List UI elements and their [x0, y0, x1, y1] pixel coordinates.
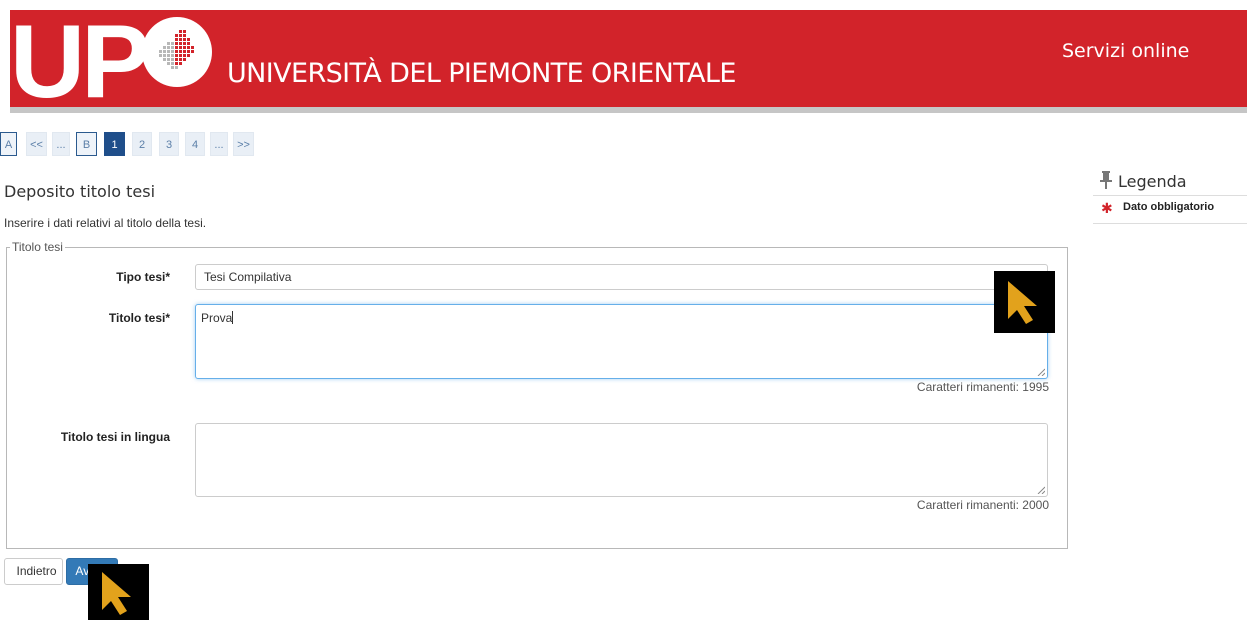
tipo-tesi-field[interactable]: Tesi Compilativa — [195, 264, 1048, 290]
cursor-icon — [1008, 281, 1037, 324]
pager-step-3[interactable]: 3 — [159, 132, 179, 156]
page-title: Deposito titolo tesi — [4, 182, 156, 201]
fieldset-legend: Titolo tesi — [10, 240, 65, 254]
pager-last[interactable]: >> — [233, 132, 254, 156]
page-intro: Inserire i dati relativi al titolo della… — [4, 216, 207, 230]
titolo-tesi-fieldset — [6, 247, 1068, 549]
asterisk-icon: ✱ — [1101, 200, 1113, 216]
pager-first[interactable]: << — [26, 132, 47, 156]
services-online-link[interactable]: Servizi online — [1062, 40, 1189, 62]
pager-step-4[interactable]: 4 — [185, 132, 205, 156]
text-caret — [232, 311, 234, 324]
logo-seal-icon[interactable] — [141, 16, 213, 88]
titolo-tesi-char-count: Caratteri rimanenti: 1995 — [916, 380, 1049, 394]
titolo-tesi-value: Prova — [201, 311, 233, 325]
legend-row-required: ✱ Dato obbligatorio — [1093, 196, 1247, 224]
pager-ellipsis-2[interactable]: ... — [210, 132, 228, 156]
legend-item-label: Dato obbligatorio — [1123, 201, 1215, 213]
back-button[interactable]: Indietro — [4, 558, 63, 585]
resize-grip-icon[interactable] — [1037, 486, 1045, 494]
titolo-tesi-label: Titolo tesi* — [108, 311, 170, 325]
pager-step-2[interactable]: 2 — [132, 132, 152, 156]
resize-grip-icon[interactable] — [1037, 368, 1045, 376]
logo-letters[interactable]: UP — [10, 10, 146, 107]
header-divider — [10, 107, 1247, 113]
pager-ellipsis[interactable]: ... — [52, 132, 70, 156]
titolo-tesi-textarea[interactable]: Prova — [195, 304, 1048, 379]
cursor-overlay — [994, 271, 1055, 333]
tipo-tesi-value: Tesi Compilativa — [204, 270, 292, 284]
titolo-lingua-char-count: Caratteri rimanenti: 2000 — [916, 498, 1049, 512]
site-header: UP UNIVERSITÀ DEL PIEMONTE ORIENTALE Ser… — [10, 10, 1247, 107]
pager-step-a[interactable]: A — [0, 132, 17, 156]
pager-step-b[interactable]: B — [76, 132, 97, 156]
titolo-lingua-textarea[interactable] — [195, 423, 1048, 497]
pager-step-1[interactable]: 1 — [104, 132, 125, 156]
legend-title: Legenda — [1118, 172, 1187, 191]
legend-header: Legenda — [1093, 168, 1247, 196]
cursor-overlay-2 — [88, 564, 149, 620]
pin-icon — [1100, 171, 1112, 189]
titolo-lingua-label: Titolo tesi in lingua — [60, 430, 170, 444]
cursor-icon — [102, 572, 131, 615]
university-name[interactable]: UNIVERSITÀ DEL PIEMONTE ORIENTALE — [227, 57, 736, 91]
tipo-tesi-label: Tipo tesi* — [116, 270, 170, 284]
